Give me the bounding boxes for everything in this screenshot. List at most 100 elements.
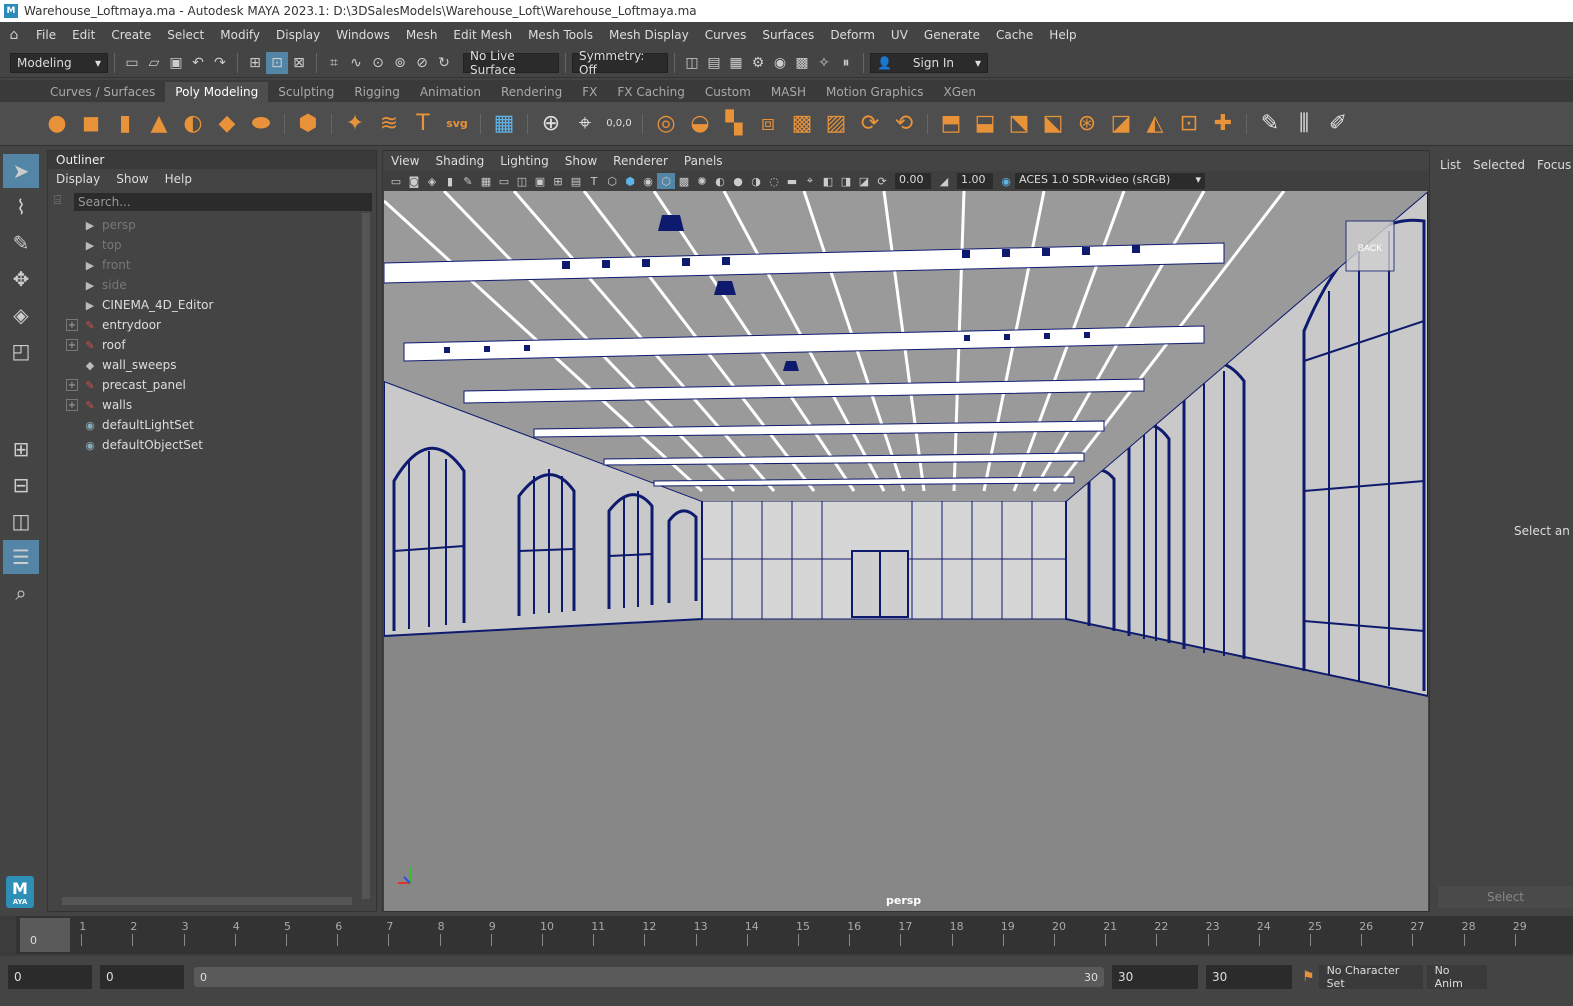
shelf-tab-poly-modeling[interactable]: Poly Modeling bbox=[165, 82, 269, 102]
shelf-tab-rendering[interactable]: Rendering bbox=[491, 82, 572, 102]
menu-file[interactable]: File bbox=[28, 28, 64, 42]
freeze-transform-icon[interactable]: 0,0,0 bbox=[602, 107, 636, 141]
time-slider-track[interactable]: 0123456789101112131415161718192021222324… bbox=[16, 916, 1573, 954]
snap-curve-icon[interactable]: ∿ bbox=[345, 52, 367, 74]
hypershade-icon[interactable]: ◉ bbox=[769, 52, 791, 74]
shelf-tab-fx[interactable]: FX bbox=[572, 82, 607, 102]
pause-viewport-icon[interactable]: ⏸ bbox=[835, 52, 857, 74]
shelf-tab-rigging[interactable]: Rigging bbox=[344, 82, 409, 102]
default-material-icon[interactable]: ◉ bbox=[639, 173, 657, 189]
paint-select-tool-icon[interactable]: ✎ bbox=[3, 226, 39, 260]
range-slider-bar[interactable]: 0 30 bbox=[194, 967, 1104, 987]
bevel-icon[interactable]: ⬔ bbox=[1002, 107, 1036, 141]
bookmark-icon[interactable]: ◈ bbox=[423, 173, 441, 189]
expand-icon[interactable]: + bbox=[66, 339, 78, 351]
menu-edit-mesh[interactable]: Edit Mesh bbox=[445, 28, 520, 42]
open-scene-icon[interactable]: ▱ bbox=[143, 52, 165, 74]
expand-icon[interactable]: + bbox=[66, 319, 78, 331]
outliner-item[interactable]: ▶ CINEMA_4D_Editor bbox=[66, 295, 366, 315]
menu-select[interactable]: Select bbox=[159, 28, 212, 42]
anim-start-field[interactable]: 0 bbox=[100, 965, 184, 989]
anti-aliasing-icon[interactable]: ◌ bbox=[765, 173, 783, 189]
boolean-difference-icon[interactable]: ▨ bbox=[819, 107, 853, 141]
remesh-icon[interactable]: ⟳ bbox=[853, 107, 887, 141]
menu-surfaces[interactable]: Surfaces bbox=[754, 28, 822, 42]
poly-disc-icon[interactable]: ⬬ bbox=[244, 107, 278, 141]
film-gate-icon[interactable]: ▭ bbox=[495, 173, 513, 189]
menu-edit[interactable]: Edit bbox=[64, 28, 103, 42]
extrude-icon[interactable]: ⬒ bbox=[934, 107, 968, 141]
four-view-layout-icon[interactable]: ⊟ bbox=[3, 468, 39, 502]
multi-cut-icon[interactable]: ✎ bbox=[1253, 107, 1287, 141]
mirror-icon[interactable]: ⧈ bbox=[751, 107, 785, 141]
append-polygon-icon[interactable]: ✚ bbox=[1206, 107, 1240, 141]
render-setup-icon[interactable]: ▩ bbox=[791, 52, 813, 74]
outliner-item[interactable]: ◉ defaultObjectSet bbox=[66, 435, 366, 455]
poly-cylinder-icon[interactable]: ▮ bbox=[108, 107, 142, 141]
wireframe-on-shaded-icon[interactable]: ⬡ bbox=[657, 173, 675, 189]
outliner-item[interactable]: + ✎ entrydoor bbox=[66, 315, 366, 335]
character-set-select[interactable]: No Character Set bbox=[1318, 964, 1423, 990]
field-chart-icon[interactable]: ⊞ bbox=[549, 173, 567, 189]
target-weld-icon[interactable]: ✐ bbox=[1321, 107, 1355, 141]
bookmark-flag-icon[interactable]: ⚑ bbox=[1302, 969, 1315, 985]
filter-icon[interactable]: ⌸ bbox=[54, 193, 70, 211]
select-hierarchy-icon[interactable]: ⊞ bbox=[244, 52, 266, 74]
attribute-tab-selected[interactable]: Selected bbox=[1467, 158, 1531, 172]
menu-help[interactable]: Help bbox=[1041, 28, 1084, 42]
rotate-tool-icon[interactable]: ◈ bbox=[3, 298, 39, 332]
select-object-icon[interactable]: ⊡ bbox=[266, 51, 288, 74]
workspace-menu-select[interactable]: Modeling ▾ bbox=[10, 52, 108, 73]
poly-sphere-icon[interactable]: ● bbox=[40, 107, 74, 141]
poly-svg-icon[interactable]: svg bbox=[440, 107, 474, 141]
shadows-icon[interactable]: ◐ bbox=[711, 173, 729, 189]
redo-icon[interactable]: ↷ bbox=[209, 52, 231, 74]
menu-windows[interactable]: Windows bbox=[328, 28, 398, 42]
anim-layer-select[interactable]: No Anim bbox=[1426, 964, 1487, 990]
outliner-item[interactable]: ▶ side bbox=[66, 275, 366, 295]
live-surface-field[interactable]: No Live Surface bbox=[463, 49, 559, 77]
smooth-icon[interactable]: ▚ bbox=[717, 107, 751, 141]
menu-create[interactable]: Create bbox=[103, 28, 159, 42]
outliner-menu-help[interactable]: Help bbox=[157, 172, 200, 186]
menu-mesh[interactable]: Mesh bbox=[398, 28, 446, 42]
poly-cone-icon[interactable]: ▲ bbox=[142, 107, 176, 141]
outliner-menu-display[interactable]: Display bbox=[48, 172, 108, 186]
shelf-tab-animation[interactable]: Animation bbox=[410, 82, 491, 102]
menu-curves[interactable]: Curves bbox=[697, 28, 755, 42]
menu-uv[interactable]: UV bbox=[883, 28, 916, 42]
poly-plane-icon[interactable]: ◆ bbox=[210, 107, 244, 141]
menu-generate[interactable]: Generate bbox=[916, 28, 988, 42]
exposure-field[interactable]: 0.00 bbox=[895, 173, 931, 189]
viewport-menu-shading[interactable]: Shading bbox=[427, 154, 492, 168]
edge-loop-icon[interactable]: ⫼ bbox=[1287, 107, 1321, 141]
menu-mesh-display[interactable]: Mesh Display bbox=[601, 28, 697, 42]
snap-view-plane-icon[interactable]: ⊘ bbox=[411, 52, 433, 74]
circularize-icon[interactable]: ⊡ bbox=[1172, 107, 1206, 141]
separate-icon[interactable]: ◒ bbox=[683, 107, 717, 141]
3d-viewport[interactable]: BACK persp bbox=[384, 191, 1428, 911]
menu-modify[interactable]: Modify bbox=[212, 28, 268, 42]
shelf-tab-curves-surfaces[interactable]: Curves / Surfaces bbox=[40, 82, 165, 102]
menu-mesh-tools[interactable]: Mesh Tools bbox=[520, 28, 601, 42]
viewport-menu-show[interactable]: Show bbox=[557, 154, 605, 168]
sign-in-button[interactable]: 👤 Sign In ▾ bbox=[870, 52, 988, 73]
menu-display[interactable]: Display bbox=[268, 28, 328, 42]
fill-hole-icon[interactable]: ⊛ bbox=[1070, 107, 1104, 141]
undo-icon[interactable]: ↶ bbox=[187, 52, 209, 74]
anim-end-field[interactable]: 30 bbox=[1112, 965, 1198, 989]
menu-cache[interactable]: Cache bbox=[988, 28, 1041, 42]
viewport-menu-view[interactable]: View bbox=[383, 154, 427, 168]
move-tool-icon[interactable]: ✥ bbox=[3, 262, 39, 296]
render-current-icon[interactable]: ▤ bbox=[703, 52, 725, 74]
bridge-icon[interactable]: ⬓ bbox=[968, 107, 1002, 141]
end-frame-field[interactable]: 30 bbox=[1206, 965, 1292, 989]
grid-icon[interactable]: ▦ bbox=[477, 173, 495, 189]
attribute-tab-list[interactable]: List bbox=[1434, 158, 1467, 172]
outliner-item[interactable]: ▶ persp bbox=[66, 215, 366, 235]
outliner-menu-show[interactable]: Show bbox=[108, 172, 156, 186]
outliner-item[interactable]: ▶ top bbox=[66, 235, 366, 255]
outliner-item[interactable]: ◆ wall_sweeps bbox=[66, 355, 366, 375]
safe-action-icon[interactable]: ▤ bbox=[567, 173, 585, 189]
snap-live-icon[interactable]: ↻ bbox=[433, 52, 455, 74]
